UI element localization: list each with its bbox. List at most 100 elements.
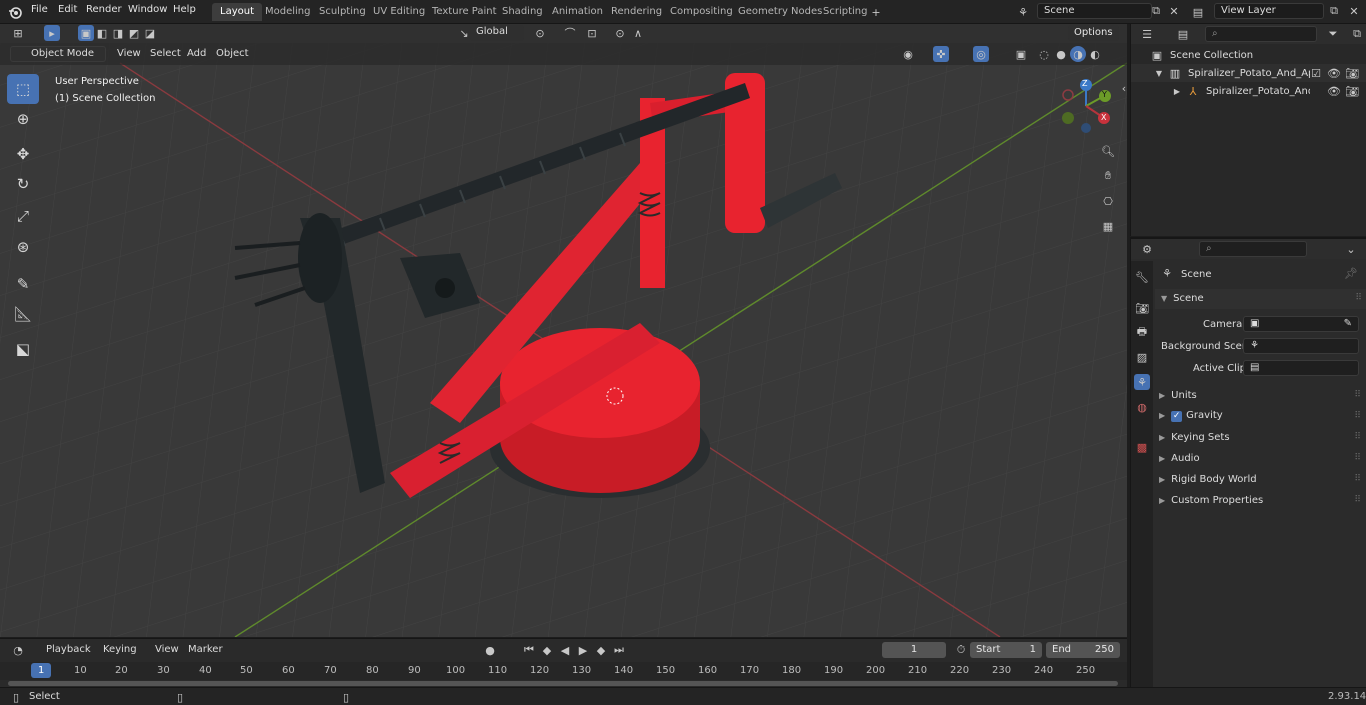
header-view-menu[interactable]: View xyxy=(112,46,146,61)
jump-end-icon[interactable]: ⏭ xyxy=(611,642,627,658)
outliner-row-mesh[interactable]: ▶ ⅄ Spiralizer_Potato_And_Ap 👁︎ 📷︎ xyxy=(1131,82,1366,100)
tab-layout[interactable]: Layout xyxy=(212,3,262,21)
hide-eye-icon[interactable]: 👁︎ xyxy=(1326,65,1342,81)
transform-orientation-dropdown[interactable]: Global xyxy=(470,25,524,41)
proportional-edit-icon[interactable]: ⊙ xyxy=(612,25,628,41)
header-select-menu[interactable]: Select xyxy=(145,46,186,61)
tab-shading[interactable]: Shading xyxy=(494,3,551,21)
xray-icon[interactable]: ▣ xyxy=(1013,46,1029,62)
outliner-row-scene-collection[interactable]: ▣ Scene Collection xyxy=(1131,46,1366,64)
scene-selector[interactable]: Scene xyxy=(1037,3,1152,19)
tab-uv-editing[interactable]: UV Editing xyxy=(365,3,433,21)
header-add-menu[interactable]: Add xyxy=(182,46,211,61)
custom-properties-panel[interactable]: ▶ Custom Properties xyxy=(1159,495,1359,506)
gravity-panel[interactable]: ▶ ✓ Gravity xyxy=(1159,410,1359,422)
audio-panel[interactable]: ▶ Audio xyxy=(1159,453,1359,464)
start-frame-field[interactable]: Start 1 xyxy=(970,642,1042,658)
play-reverse-icon[interactable]: ◀ xyxy=(557,642,573,658)
measure-tool-icon[interactable]: 📐︎ xyxy=(7,299,39,329)
camera-field[interactable]: ▣ ✎ xyxy=(1243,316,1359,332)
tab-scripting[interactable]: Scripting xyxy=(815,3,875,21)
blender-logo-icon[interactable] xyxy=(7,4,23,20)
tab-texture-paint[interactable]: Texture Paint xyxy=(424,3,505,21)
outliner-search-input[interactable]: ⌕ xyxy=(1205,26,1317,42)
select-box-tool-icon[interactable]: ⬚ xyxy=(7,74,39,104)
rigid-body-world-panel[interactable]: ▶ Rigid Body World xyxy=(1159,474,1359,485)
tab-animation[interactable]: Animation xyxy=(544,3,611,21)
pin-icon[interactable]: 📌︎ xyxy=(1343,265,1359,281)
material-shading-icon[interactable]: ◑ xyxy=(1070,46,1086,62)
menu-render[interactable]: Render xyxy=(86,4,122,15)
solid-shading-icon[interactable]: ● xyxy=(1053,46,1069,62)
close-scene-icon[interactable]: ✕ xyxy=(1166,3,1182,19)
menu-help[interactable]: Help xyxy=(173,4,196,15)
transform-tool-icon[interactable]: ⊛ xyxy=(7,232,39,262)
mode-dropdown[interactable]: Object Mode xyxy=(10,46,106,62)
timer-icon[interactable]: ⏱ xyxy=(953,642,969,658)
gizmo-toggle-icon[interactable]: ✜ xyxy=(933,46,949,62)
scene-panel-header[interactable]: ▼ Scene ⠿ xyxy=(1155,289,1366,309)
sidebar-toggle-icon[interactable]: ‹ xyxy=(1116,80,1127,96)
texture-tab-icon[interactable]: ▩ xyxy=(1134,439,1150,455)
close-view-layer-icon[interactable]: ✕ xyxy=(1346,3,1362,19)
menu-file[interactable]: File xyxy=(31,4,48,15)
pan-hand-icon[interactable]: ✋︎ xyxy=(1100,168,1116,184)
output-tab-icon[interactable]: 🖶︎ xyxy=(1134,324,1150,340)
view-layer-tab-icon[interactable]: ▨ xyxy=(1134,349,1150,365)
falloff-icon[interactable]: ∧ xyxy=(630,25,646,41)
view-layer-icon[interactable]: ▤ xyxy=(1190,4,1206,20)
tab-modeling[interactable]: Modeling xyxy=(257,3,319,21)
expand-arrow-icon[interactable]: ▼ xyxy=(1151,65,1167,81)
rotate-tool-icon[interactable]: ↻ xyxy=(7,169,39,199)
filter-icon[interactable]: ⏷ xyxy=(1325,26,1341,42)
end-frame-field[interactable]: End 250 xyxy=(1046,642,1120,658)
rendered-shading-icon[interactable]: ◐ xyxy=(1087,46,1103,62)
camera-view-icon[interactable]: ⎔ xyxy=(1100,193,1116,209)
menu-window[interactable]: Window xyxy=(128,4,167,15)
menu-edit[interactable]: Edit xyxy=(58,4,77,15)
units-panel[interactable]: ▶ Units xyxy=(1159,390,1359,401)
new-view-layer-icon[interactable]: ⧉ xyxy=(1326,3,1342,19)
3d-viewport[interactable]: User Perspective (1) Scene Collection Z … xyxy=(0,43,1127,637)
annotate-tool-icon[interactable]: ✎ xyxy=(7,269,39,299)
new-collection-icon[interactable]: ⧉ xyxy=(1349,26,1365,42)
properties-editor-type-icon[interactable]: ⚙ xyxy=(1139,241,1155,257)
editor-type-icon[interactable]: ⊞ xyxy=(10,25,26,41)
perspective-toggle-icon[interactable]: ▦ xyxy=(1100,218,1116,234)
play-icon[interactable]: ▶ xyxy=(575,642,591,658)
scale-tool-icon[interactable]: ⤢ xyxy=(7,201,39,231)
keying-menu[interactable]: Keying xyxy=(98,642,142,657)
outliner-display-mode-icon[interactable]: ▤ xyxy=(1175,26,1191,42)
select-tool-icon[interactable]: ▸ xyxy=(44,25,60,41)
keying-sets-panel[interactable]: ▶ Keying Sets xyxy=(1159,432,1359,443)
render-tab-icon[interactable]: 📷︎ xyxy=(1134,300,1150,316)
zoom-icon[interactable]: 🔍︎ xyxy=(1100,143,1116,159)
tool-tab-icon[interactable]: 🔧︎ xyxy=(1134,269,1150,285)
world-tab-icon[interactable]: ◍ xyxy=(1134,399,1150,415)
snap-icon[interactable]: ⌒ xyxy=(562,25,578,41)
select-mode-invert-icon[interactable]: ◩ xyxy=(126,25,142,41)
next-keyframe-icon[interactable]: ◆ xyxy=(593,642,609,658)
outliner-row-object[interactable]: ▼ ▥ Spiralizer_Potato_And_Apple_ ☑ 👁︎ 📷︎ xyxy=(1131,64,1366,82)
render-camera-icon[interactable]: 📷︎ xyxy=(1344,65,1360,81)
record-icon[interactable]: ● xyxy=(482,642,498,658)
outliner-editor-type-icon[interactable]: ☰ xyxy=(1139,26,1155,42)
wireframe-shading-icon[interactable]: ◌ xyxy=(1036,46,1052,62)
gravity-checkbox[interactable]: ✓ xyxy=(1171,411,1183,422)
visibility-icon[interactable]: ◉ xyxy=(900,46,916,62)
cursor-tool-icon[interactable]: ⊕ xyxy=(7,104,39,134)
timeline-editor-type-icon[interactable]: ◔ xyxy=(10,642,26,658)
current-frame-field[interactable]: 1 xyxy=(882,642,946,658)
properties-options-icon[interactable]: ⌄ xyxy=(1343,241,1359,257)
prev-keyframe-icon[interactable]: ◆ xyxy=(539,642,555,658)
hide-eye-icon[interactable]: 👁︎ xyxy=(1326,83,1342,99)
header-object-menu[interactable]: Object xyxy=(211,46,254,61)
move-tool-icon[interactable]: ✥ xyxy=(7,139,39,169)
background-scene-field[interactable]: ⚘ xyxy=(1243,338,1359,354)
view-layer-selector[interactable]: View Layer xyxy=(1214,3,1324,19)
new-scene-icon[interactable]: ⧉ xyxy=(1148,3,1164,19)
navigation-gizmo[interactable]: Z Y X xyxy=(1058,76,1118,136)
overlay-toggle-icon[interactable]: ◎ xyxy=(973,46,989,62)
tab-rendering[interactable]: Rendering xyxy=(603,3,670,21)
jump-start-icon[interactable]: ⏮ xyxy=(521,642,537,658)
